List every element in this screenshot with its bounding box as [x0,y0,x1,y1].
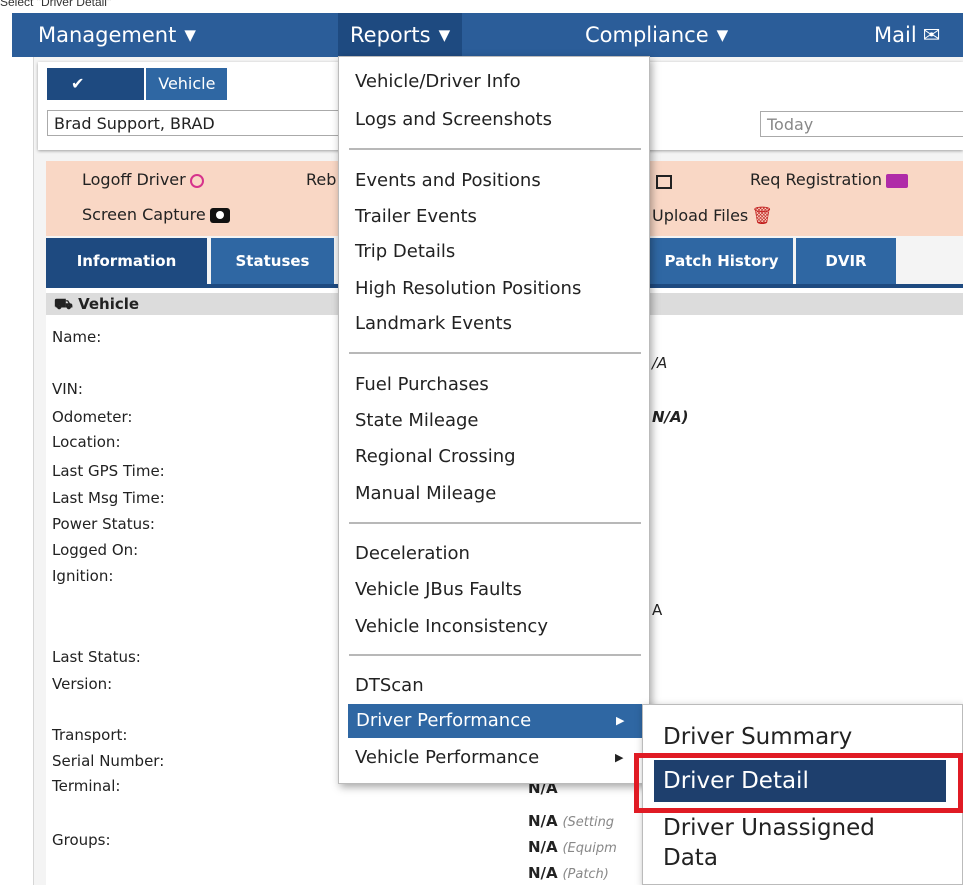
nav-mail-label: Mail [874,23,917,47]
logoff-driver-label: Logoff Driver [82,170,186,189]
vehicle-section-title: Vehicle [78,295,140,313]
group-value: N/A (Setting [528,812,615,830]
caret-down-icon: ▼ [184,26,196,44]
unassigned-line-2: Data [663,845,718,871]
vin-label: VIN: [52,380,83,398]
screen-capture-label: Screen Capture [82,205,206,224]
menu-item-vehicle-inconsistency[interactable]: Vehicle Inconsistency [355,616,548,637]
submenu-item-driver-unassigned-data[interactable]: Driver Unassigned Data [663,813,875,873]
power-status-label: Power Status: [52,515,155,533]
nav-reports-label: Reports [350,23,431,47]
user-icon [189,173,204,188]
group-value: N/A (Patch) [528,864,609,882]
submenu-item-driver-summary[interactable]: Driver Summary [663,724,852,750]
menu-item-fuel-purchases[interactable]: Fuel Purchases [355,374,489,395]
check-icon: ✔ [71,74,85,93]
caret-down-icon: ▼ [438,26,451,44]
instruction-caption: Select "Driver Detail" [0,0,112,9]
menu-item-logs-screenshots[interactable]: Logs and Screenshots [355,109,552,130]
driver-toggle-button[interactable]: ✔ Driver [47,68,145,125]
name-label: Name: [52,328,102,346]
nav-management-label: Management [38,23,177,47]
caret-right-icon: ▶ [616,714,625,727]
menu-item-deceleration[interactable]: Deceleration [355,543,470,564]
menu-item-landmark-events[interactable]: Landmark Events [355,313,512,334]
upload-files-label: Upload Files [652,206,749,225]
trash-icon: 🗑 [751,206,773,226]
tab-information[interactable]: Information [46,238,207,284]
odometer-value: N/A) [652,408,689,426]
driver-performance-label: Driver Performance [356,710,532,731]
tab-dvir[interactable]: DVIR [796,238,896,284]
vehicle-value: /A [652,354,668,372]
ignition-value: A [652,601,663,619]
req-registration-label: Req Registration [750,170,882,189]
unassigned-line-1: Driver Unassigned [663,815,875,841]
nav-management[interactable]: Management ▼ [38,13,196,57]
location-label: Location: [52,433,121,451]
menu-item-trailer-events[interactable]: Trailer Events [355,206,477,227]
list-icon[interactable] [656,171,672,190]
menu-item-vehicle-performance[interactable]: Vehicle Performance [355,747,539,768]
ignition-label: Ignition: [52,567,114,585]
logoff-driver-action[interactable]: Logoff Driver [82,170,204,189]
menu-separator [349,148,641,150]
last-gps-time-label: Last GPS Time: [52,462,165,480]
menu-item-driver-performance[interactable]: Driver Performance ▶ [348,704,642,738]
driver-select-field[interactable]: Brad Support, BRAD [47,110,347,136]
logged-on-label: Logged On: [52,541,139,559]
terminal-label: Terminal: [52,777,121,795]
nav-compliance[interactable]: Compliance ▼ [585,13,728,57]
date-field[interactable]: Today [760,111,963,137]
truck-icon: ⛟ [54,295,79,313]
tab-statuses[interactable]: Statuses [211,238,334,284]
req-registration-action[interactable]: Req Registration [750,170,908,189]
top-nav-bar: Management ▼ Reports ▼ Compliance ▼ Mail ✉ [12,13,963,57]
vehicle-toggle-button[interactable]: Vehicle [144,68,228,100]
caret-down-icon: ▼ [716,26,729,44]
menu-separator [349,352,641,354]
menu-item-trip-details[interactable]: Trip Details [355,241,455,262]
version-label: Version: [52,675,113,693]
tab-patch-history[interactable]: Patch History [650,238,793,284]
menu-item-dtscan[interactable]: DTScan [355,675,424,696]
transport-label: Transport: [52,726,128,744]
odometer-label: Odometer: [52,408,133,426]
screen-capture-action[interactable]: Screen Capture [82,205,230,224]
nav-compliance-label: Compliance [585,23,709,47]
last-msg-time-label: Last Msg Time: [52,489,165,507]
upload-files-action[interactable]: Upload Files 🗑 [652,206,773,226]
menu-item-state-mileage[interactable]: State Mileage [355,410,479,431]
mail-icon: ✉ [922,23,941,47]
callout-highlight-box [634,753,963,813]
last-status-label: Last Status: [52,648,141,666]
nav-reports[interactable]: Reports ▼ [338,13,463,57]
serial-number-label: Serial Number: [52,752,165,770]
nav-mail[interactable]: Mail ✉ [874,13,940,57]
reb-action[interactable]: Reb [306,170,336,189]
menu-item-vehicle-driver-info[interactable]: Vehicle/Driver Info [355,71,521,92]
menu-item-manual-mileage[interactable]: Manual Mileage [355,483,496,504]
menu-item-high-resolution-positions[interactable]: High Resolution Positions [355,278,581,299]
driver-vehicle-toggle: ✔ Driver Vehicle [47,68,228,125]
menu-separator [349,522,641,524]
menu-item-events-positions[interactable]: Events and Positions [355,170,541,191]
reports-dropdown-menu: Vehicle/Driver Info Logs and Screenshots… [338,56,650,784]
caret-right-icon: ▶ [615,751,624,764]
menu-separator [349,654,641,656]
menu-item-vehicle-jbus-faults[interactable]: Vehicle JBus Faults [355,579,522,600]
camera-icon [209,208,230,223]
group-value: N/A (Equipm [528,838,617,856]
groups-label: Groups: [52,831,111,849]
id-card-icon [885,173,908,188]
menu-item-regional-crossing[interactable]: Regional Crossing [355,446,516,467]
